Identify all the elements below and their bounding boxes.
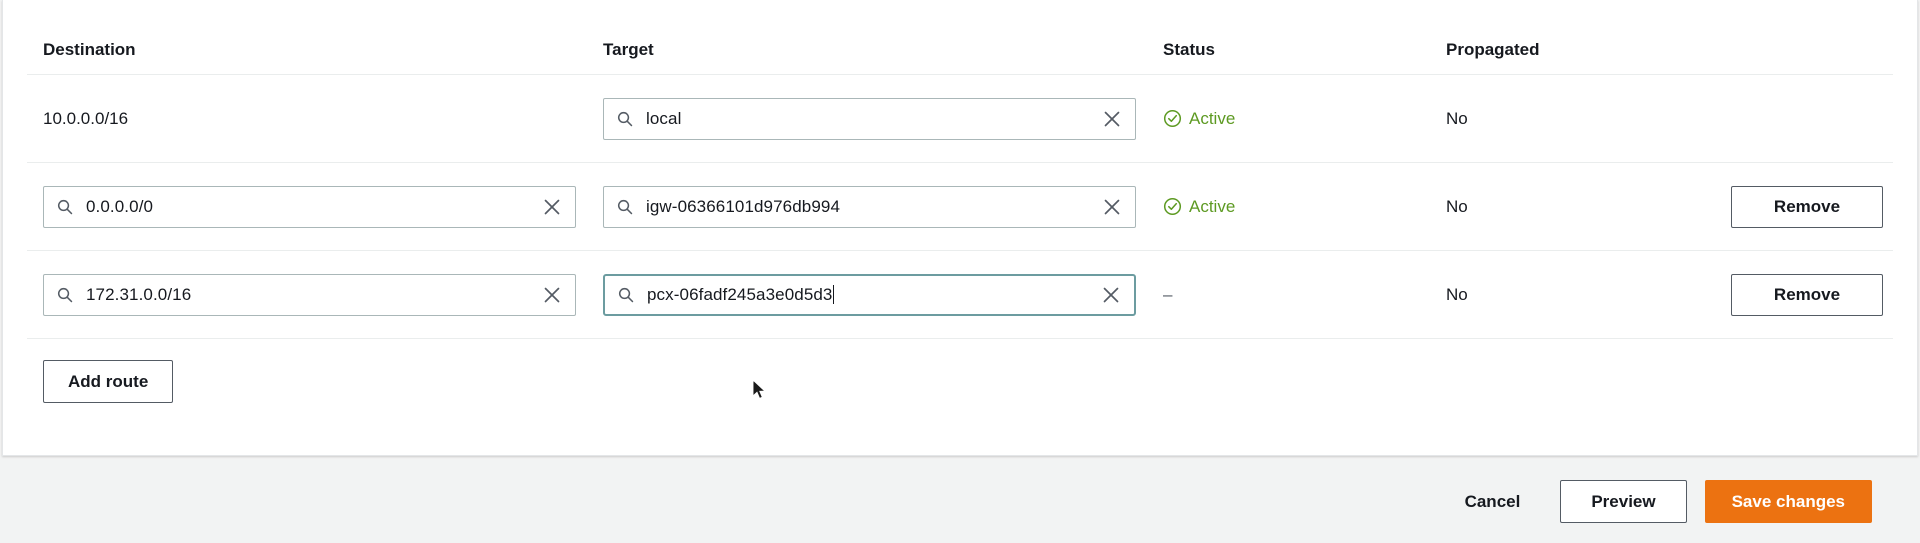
cancel-button[interactable]: Cancel xyxy=(1447,481,1539,523)
row-destination-cell: 10.0.0.0/16 xyxy=(43,109,603,129)
form-footer: Cancel Preview Save changes xyxy=(0,460,1920,543)
search-icon xyxy=(617,286,635,304)
status-text: – xyxy=(1163,284,1173,304)
add-route-row: Add route xyxy=(3,339,1917,424)
check-circle-icon xyxy=(1163,109,1182,128)
table-row: 0.0.0.0/0 igw-06366101d976db994 Active N… xyxy=(3,163,1917,250)
target-value-wrap: pcx-06fadf245a3e0d5d3 xyxy=(647,284,1092,305)
remove-button[interactable]: Remove xyxy=(1731,185,1883,228)
table-row: 172.31.0.0/16 pcx-06fadf245a3e0d5d3 – No xyxy=(3,251,1917,338)
target-select-input[interactable]: local xyxy=(603,97,1136,140)
column-header-status: Status xyxy=(1163,40,1215,59)
row-propagated-cell: No xyxy=(1446,197,1731,217)
check-circle-icon xyxy=(1163,197,1182,216)
table-row: 10.0.0.0/16 local Active No xyxy=(3,75,1917,162)
destination-select-input[interactable]: 172.31.0.0/16 xyxy=(43,273,576,316)
column-header-target: Target xyxy=(603,40,654,59)
search-icon xyxy=(56,198,74,216)
table-header: Destination Target Status Propagated xyxy=(3,0,1917,74)
row-target-cell: pcx-06fadf245a3e0d5d3 xyxy=(603,273,1163,316)
close-icon[interactable] xyxy=(1101,108,1123,130)
target-value-text: igw-06366101d976db994 xyxy=(646,196,840,216)
row-actions-cell: Remove xyxy=(1731,273,1893,316)
text-caret xyxy=(833,284,835,304)
row-propagated-cell: No xyxy=(1446,109,1731,129)
column-header-destination: Destination xyxy=(43,40,136,59)
destination-value-text: 10.0.0.0/16 xyxy=(43,108,129,128)
remove-button[interactable]: Remove xyxy=(1731,273,1883,316)
target-select-input[interactable]: igw-06366101d976db994 xyxy=(603,185,1136,228)
route-table-panel: Destination Target Status Propagated 10.… xyxy=(2,0,1918,456)
search-icon xyxy=(616,198,634,216)
row-status-cell: Active xyxy=(1163,109,1446,129)
destination-value-text: 172.31.0.0/16 xyxy=(86,284,192,304)
row-destination-cell: 0.0.0.0/0 xyxy=(43,185,603,228)
target-select-input[interactable]: pcx-06fadf245a3e0d5d3 xyxy=(603,273,1136,316)
destination-value-text: 0.0.0.0/0 xyxy=(86,196,154,216)
destination-select-input[interactable]: 0.0.0.0/0 xyxy=(43,185,576,228)
status-badge: Active xyxy=(1163,109,1446,129)
status-text: Active xyxy=(1189,196,1236,216)
add-route-button[interactable]: Add route xyxy=(43,360,174,403)
row-target-cell: local xyxy=(603,97,1163,140)
row-status-cell: Active xyxy=(1163,197,1446,217)
propagated-value-text: No xyxy=(1446,284,1468,304)
row-status-cell: – xyxy=(1163,285,1446,305)
status-text: Active xyxy=(1189,108,1236,128)
propagated-value-text: No xyxy=(1446,108,1468,128)
search-icon xyxy=(56,286,74,304)
save-changes-button[interactable]: Save changes xyxy=(1704,480,1872,523)
close-icon[interactable] xyxy=(541,196,563,218)
preview-button[interactable]: Preview xyxy=(1560,480,1687,523)
propagated-value-text: No xyxy=(1446,196,1468,216)
search-icon xyxy=(616,110,634,128)
target-value-text: pcx-06fadf245a3e0d5d3 xyxy=(647,284,833,304)
row-propagated-cell: No xyxy=(1446,285,1731,305)
status-badge: Active xyxy=(1163,197,1446,217)
close-icon[interactable] xyxy=(1100,284,1122,306)
row-actions-cell: Remove xyxy=(1731,185,1893,228)
close-icon[interactable] xyxy=(1101,196,1123,218)
target-value-text: local xyxy=(646,108,682,128)
row-destination-cell: 172.31.0.0/16 xyxy=(43,273,603,316)
row-target-cell: igw-06366101d976db994 xyxy=(603,185,1163,228)
column-header-propagated: Propagated xyxy=(1446,40,1540,59)
close-icon[interactable] xyxy=(541,284,563,306)
